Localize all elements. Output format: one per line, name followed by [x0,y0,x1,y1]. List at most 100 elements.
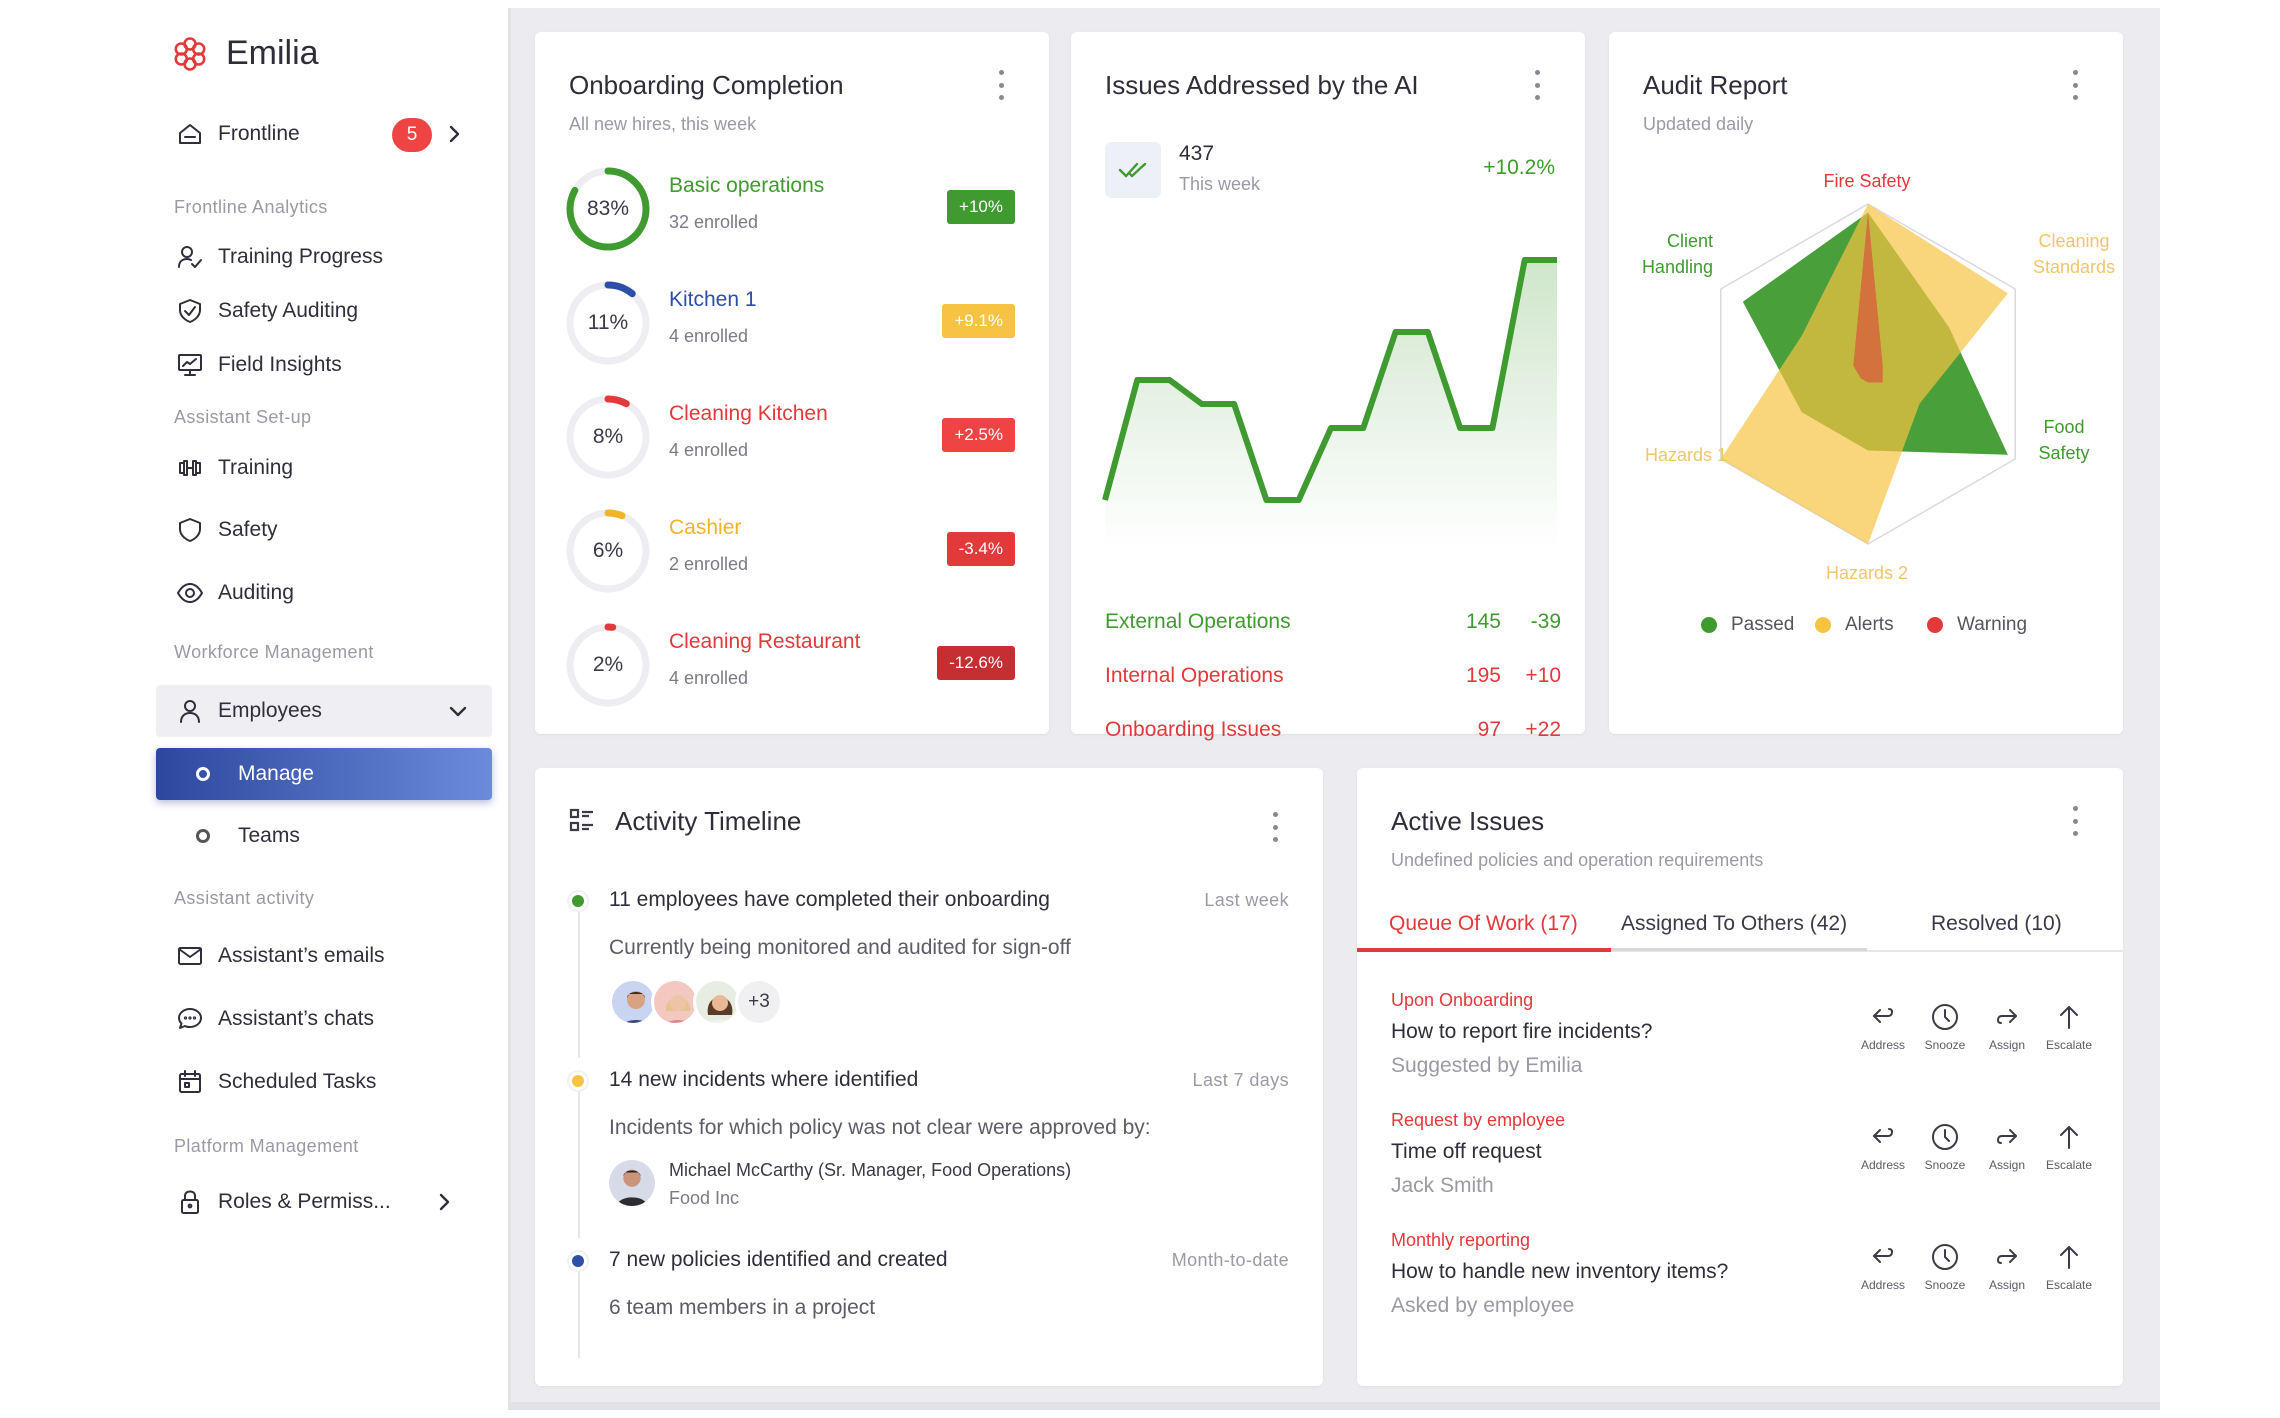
snooze-button[interactable]: Snooze [1915,1002,1975,1052]
onboarding-row[interactable]: 11% Kitchen 1 4 enrolled +9.1% [565,280,1015,370]
snooze-button[interactable]: Snooze [1915,1122,1975,1172]
change-chip: -3.4% [946,532,1015,566]
legend-dot [1701,617,1717,633]
approver-name: Michael McCarthy (Sr. Manager, Food Oper… [669,1160,1072,1180]
avatar[interactable] [651,978,699,1026]
onboarding-row[interactable]: 8% Cleaning Kitchen 4 enrolled +2.5% [565,394,1015,484]
sidebar-item-auditing[interactable]: Auditing [156,567,492,619]
escalate-button[interactable]: Escalate [2039,1002,2099,1052]
timeline-item-title: 7 new policies identified and created [609,1248,948,1271]
more-options-icon[interactable] [997,70,1005,100]
activity-timeline-card: Activity Timeline 11 employees have comp… [535,768,1323,1386]
more-options-icon[interactable] [1271,812,1279,842]
ai-issues-card: Issues Addressed by the AI 437 This week… [1071,32,1585,741]
issue-author: Jack Smith [1391,1174,1494,1197]
ai-period: This week [1179,174,1261,194]
action-label: Snooze [1924,1158,1966,1172]
sidebar-item-teams[interactable]: Teams [156,810,492,862]
chevron-down-icon[interactable] [446,699,470,723]
timeline-item-text: Currently being monitored and audited fo… [609,936,1071,959]
more-avatars-count[interactable]: +3 [735,978,783,1026]
sidebar-item-assistant-chats[interactable]: Assistant’s chats [156,993,492,1045]
course-name[interactable]: Kitchen 1 [669,288,757,312]
course-name[interactable]: Cleaning Kitchen [669,402,828,426]
onboarding-row[interactable]: 83% Basic operations 32 enrolled +10% [565,166,1015,256]
address-button[interactable]: Address [1853,1242,1913,1292]
sidebar-item-field-insights[interactable]: Field Insights [156,339,492,391]
brand[interactable]: Emilia [172,34,319,73]
card-title: Onboarding Completion [569,70,844,100]
sidebar-item-manage[interactable]: Manage [156,748,492,800]
avatar[interactable] [609,978,657,1026]
chevron-right-icon[interactable] [432,1190,456,1214]
issue-question[interactable]: How to handle new inventory items? [1391,1260,1728,1284]
forward-icon [1997,1129,2017,1144]
assign-button[interactable]: Assign [1977,1122,2037,1172]
sidebar-item-safety[interactable]: Safety [156,504,492,556]
assign-button[interactable]: Assign [1977,1002,2037,1052]
sidebar-item-training-progress[interactable]: Training Progress [156,231,492,283]
assign-button[interactable]: Assign [1977,1242,2037,1292]
radar-axis-label: Client Handling [1641,231,1713,277]
forward-icon [1997,1249,2017,1264]
issue-question[interactable]: Time off request [1391,1140,1542,1164]
address-button[interactable]: Address [1853,1122,1913,1172]
arrow-up-icon [2060,1126,2078,1149]
sidebar-item-roles-permissions[interactable]: Roles & Permiss... [156,1176,492,1228]
timeline-dot [569,892,587,910]
address-button[interactable]: Address [1853,1002,1913,1052]
radar-axis-label: Fire Safety [1823,171,1911,191]
sidebar-item-training[interactable]: Training [156,442,492,494]
change-chip: -12.6% [937,646,1015,680]
sidebar-item-frontline[interactable]: Frontline 5 [156,108,492,160]
escalate-button[interactable]: Escalate [2039,1122,2099,1172]
onboarding-row[interactable]: 2% Cleaning Restaurant 4 enrolled -12.6% [565,622,1015,712]
sidebar: Emilia Frontline 5 Frontline Analytics T… [0,0,508,1418]
radar-axis-label: Cleaning Standards [2032,231,2116,277]
avatar[interactable] [693,978,741,1026]
timeline-item-time: Last 7 days [1192,1070,1289,1090]
ai-category-row[interactable]: Internal Operations 195 +10 [1105,664,1561,694]
legend-item-warning[interactable]: Warning [1927,614,2027,636]
app-root: Emilia Frontline 5 Frontline Analytics T… [0,0,2280,1418]
sidebar-item-label: Employees [218,699,322,722]
sidebar-item-safety-auditing[interactable]: Safety Auditing [156,285,492,337]
course-name[interactable]: Basic operations [669,174,824,198]
home-icon [174,118,206,150]
tab-assigned-to-others[interactable]: Assigned To Others (42) [1621,912,1847,952]
issue-question[interactable]: How to report fire incidents? [1391,1020,1652,1044]
onboarding-row[interactable]: 6% Cashier 2 enrolled -3.4% [565,508,1015,598]
dumbbell-icon [174,452,206,484]
snooze-button[interactable]: Snooze [1915,1242,1975,1292]
sidebar-item-assistant-emails[interactable]: Assistant’s emails [156,930,492,982]
ai-category-label: Internal Operations [1105,664,1284,687]
more-options-icon[interactable] [2071,806,2079,836]
approver-company: Food Inc [669,1188,740,1208]
avatar[interactable] [609,1160,655,1206]
action-label: Address [1860,1038,1906,1052]
more-options-icon[interactable] [1533,70,1541,100]
legend-item-alerts[interactable]: Alerts [1815,614,1894,636]
tab-queue-of-work[interactable]: Queue Of Work (17) [1389,912,1578,952]
issue-category: Upon Onboarding [1391,990,1534,1010]
issue-author: Suggested by Emilia [1391,1054,1583,1077]
chevron-right-icon[interactable] [442,122,466,146]
sidebar-item-employees[interactable]: Employees [156,685,492,737]
radar-axis-label: Hazards 1 [1644,445,1727,465]
ai-category-row[interactable]: Onboarding Issues 97 +22 [1105,718,1561,748]
legend-item-passed[interactable]: Passed [1701,614,1794,636]
audit-radar-chart [1720,203,2016,545]
sidebar-item-label: Assistant’s chats [218,1007,375,1030]
action-label: Escalate [2045,1278,2093,1292]
legend-label: Warning [1957,614,2028,635]
clock-icon [1932,1124,1958,1150]
sidebar-item-label: Frontline [218,122,300,145]
course-name[interactable]: Cleaning Restaurant [669,630,860,654]
timeline-dot [569,1252,587,1270]
ai-category-row[interactable]: External Operations 145 -39 [1105,610,1561,640]
escalate-button[interactable]: Escalate [2039,1242,2099,1292]
course-name[interactable]: Cashier [669,516,741,540]
sidebar-item-scheduled-tasks[interactable]: Scheduled Tasks [156,1056,492,1108]
tab-resolved[interactable]: Resolved (10) [1931,912,2062,952]
ai-category-label: External Operations [1105,610,1291,633]
